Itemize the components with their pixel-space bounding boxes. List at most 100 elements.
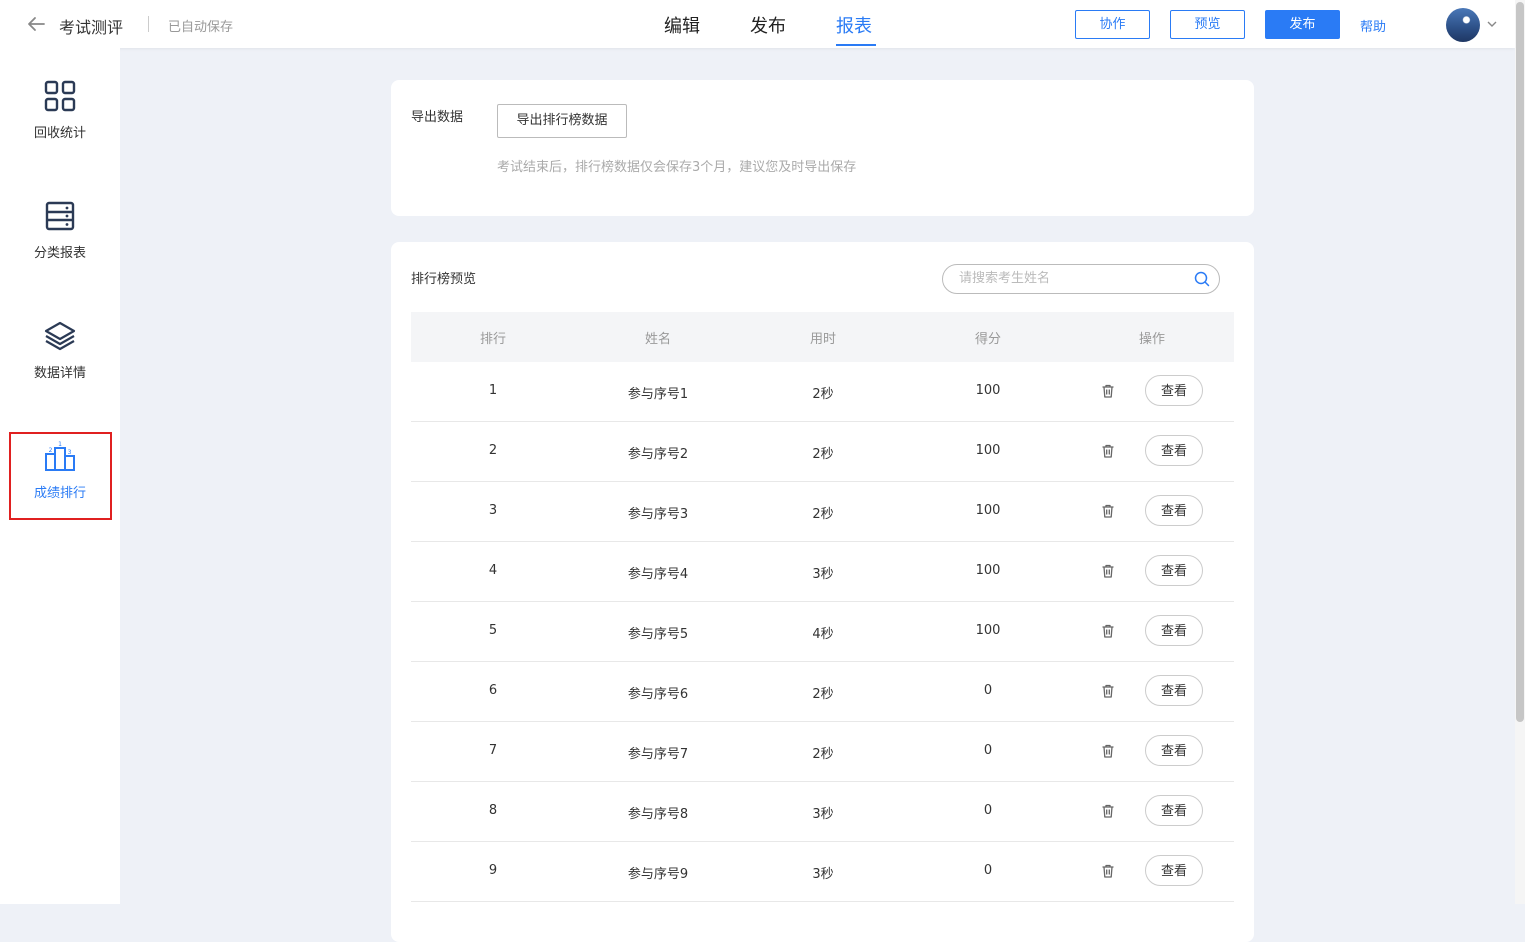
score-cell: 100 — [975, 503, 1001, 518]
score-cell: 0 — [983, 803, 993, 818]
score-cell: 100 — [975, 623, 1001, 638]
sidebar-item-data-details[interactable]: 数据详情 — [0, 320, 120, 410]
search-icon[interactable] — [1194, 271, 1210, 287]
name-cell: 参与序号2 — [627, 447, 689, 462]
ranking-table: 排行 姓名 用时 得分 操作 1 参与序号1 2秒 100 查看 2 参与序号2 2秒 100 查… — [411, 312, 1234, 902]
sidebar-item-label: 回收统计 — [33, 126, 86, 141]
view-button[interactable]: 查看 — [1145, 555, 1203, 586]
tab-report[interactable]: 报表 — [836, 12, 872, 38]
selection-highlight — [9, 432, 112, 520]
table-body: 1 参与序号1 2秒 100 查看 2 参与序号2 2秒 100 查看 3 参与序号3 2秒 100 查看 4… — [411, 362, 1234, 902]
chevron-down-icon[interactable] — [1486, 18, 1498, 30]
table-row: 7 参与序号7 2秒 0 查看 — [411, 722, 1234, 782]
name-cell: 参与序号4 — [627, 567, 689, 582]
search-box — [942, 264, 1220, 294]
score-cell: 0 — [983, 863, 993, 878]
table-row: 3 参与序号3 2秒 100 查看 — [411, 482, 1234, 542]
header-divider — [148, 16, 149, 32]
grid-icon — [44, 80, 76, 112]
help-link[interactable]: 帮助 — [1360, 16, 1386, 35]
column-header-score: 得分 — [974, 332, 1001, 347]
layers-icon — [44, 321, 76, 351]
trash-icon[interactable] — [1100, 683, 1116, 699]
time-cell: 3秒 — [812, 807, 834, 822]
view-button[interactable]: 查看 — [1145, 795, 1203, 826]
rank-cell: 9 — [488, 863, 498, 878]
rank-cell: 5 — [488, 623, 498, 638]
tab-edit[interactable]: 编辑 — [664, 12, 700, 38]
trash-icon[interactable] — [1100, 563, 1116, 579]
export-card: 导出数据 导出排行榜数据 考试结束后，排行榜数据仅会保存3个月，建议您及时导出保… — [391, 80, 1254, 216]
view-button[interactable]: 查看 — [1145, 495, 1203, 526]
table-header: 排行 姓名 用时 得分 操作 — [411, 312, 1234, 362]
trash-icon[interactable] — [1100, 803, 1116, 819]
collaborate-button[interactable]: 协作 — [1075, 10, 1150, 39]
column-header-actions: 操作 — [1138, 332, 1165, 347]
trash-icon[interactable] — [1100, 443, 1116, 459]
name-cell: 参与序号5 — [627, 627, 689, 642]
time-cell: 2秒 — [812, 507, 834, 522]
avatar[interactable] — [1446, 8, 1480, 42]
rank-cell: 8 — [488, 803, 498, 818]
active-tab-indicator — [836, 44, 876, 46]
name-cell: 参与序号9 — [627, 867, 689, 882]
view-button[interactable]: 查看 — [1145, 675, 1203, 706]
score-cell: 100 — [975, 563, 1001, 578]
table-row: 8 参与序号8 3秒 0 查看 — [411, 782, 1234, 842]
table-row: 4 参与序号4 3秒 100 查看 — [411, 542, 1234, 602]
rank-cell: 7 — [488, 743, 498, 758]
export-label: 导出数据 — [411, 110, 464, 125]
arrow-left-icon[interactable] — [26, 14, 46, 34]
trash-icon[interactable] — [1100, 503, 1116, 519]
view-button[interactable]: 查看 — [1145, 855, 1203, 886]
score-cell: 100 — [975, 443, 1001, 458]
top-bar: 考试测评 已自动保存 编辑 发布 报表 协作 预览 发布 帮助 — [0, 0, 1515, 48]
search-input[interactable] — [957, 270, 1181, 287]
rank-cell: 2 — [488, 443, 498, 458]
table-row: 5 参与序号5 4秒 100 查看 — [411, 602, 1234, 662]
publish-button[interactable]: 发布 — [1265, 10, 1340, 39]
rank-cell: 4 — [488, 563, 498, 578]
name-cell: 参与序号1 — [627, 387, 689, 402]
time-cell: 3秒 — [812, 867, 834, 882]
server-icon — [45, 201, 75, 231]
sidebar-item-label: 数据详情 — [33, 366, 86, 381]
time-cell: 2秒 — [812, 747, 834, 762]
time-cell: 4秒 — [812, 627, 834, 642]
name-cell: 参与序号6 — [627, 687, 689, 702]
view-button[interactable]: 查看 — [1145, 735, 1203, 766]
scrollbar-thumb[interactable] — [1516, 2, 1524, 722]
name-cell: 参与序号3 — [627, 507, 689, 522]
column-header-rank: 排行 — [479, 332, 506, 347]
app-title: 考试测评 — [59, 18, 124, 37]
ranking-title: 排行榜预览 — [411, 272, 477, 287]
table-row: 6 参与序号6 2秒 0 查看 — [411, 662, 1234, 722]
name-cell: 参与序号8 — [627, 807, 689, 822]
column-header-name: 姓名 — [644, 332, 671, 347]
trash-icon[interactable] — [1100, 743, 1116, 759]
view-button[interactable]: 查看 — [1145, 375, 1203, 406]
rank-cell: 1 — [488, 383, 498, 398]
tab-publish[interactable]: 发布 — [750, 12, 786, 38]
sidebar-item-category-report[interactable]: 分类报表 — [0, 200, 120, 290]
trash-icon[interactable] — [1100, 863, 1116, 879]
time-cell: 3秒 — [812, 567, 834, 582]
column-header-time: 用时 — [809, 332, 836, 347]
rank-cell: 6 — [488, 683, 498, 698]
sidebar-item-recovery-stats[interactable]: 回收统计 — [0, 80, 120, 170]
trash-icon[interactable] — [1100, 623, 1116, 639]
score-cell: 0 — [983, 743, 993, 758]
trash-icon[interactable] — [1100, 383, 1116, 399]
score-cell: 0 — [983, 683, 993, 698]
table-row: 9 参与序号9 3秒 0 查看 — [411, 842, 1234, 902]
table-row: 2 参与序号2 2秒 100 查看 — [411, 422, 1234, 482]
view-button[interactable]: 查看 — [1145, 615, 1203, 646]
time-cell: 2秒 — [812, 447, 834, 462]
export-ranking-button[interactable]: 导出排行榜数据 — [497, 104, 627, 138]
score-cell: 100 — [975, 383, 1001, 398]
export-hint: 考试结束后，排行榜数据仅会保存3个月，建议您及时导出保存 — [497, 160, 857, 175]
preview-button[interactable]: 预览 — [1170, 10, 1245, 39]
sidebar-item-label: 分类报表 — [33, 246, 86, 261]
view-button[interactable]: 查看 — [1145, 435, 1203, 466]
rank-cell: 3 — [488, 503, 498, 518]
